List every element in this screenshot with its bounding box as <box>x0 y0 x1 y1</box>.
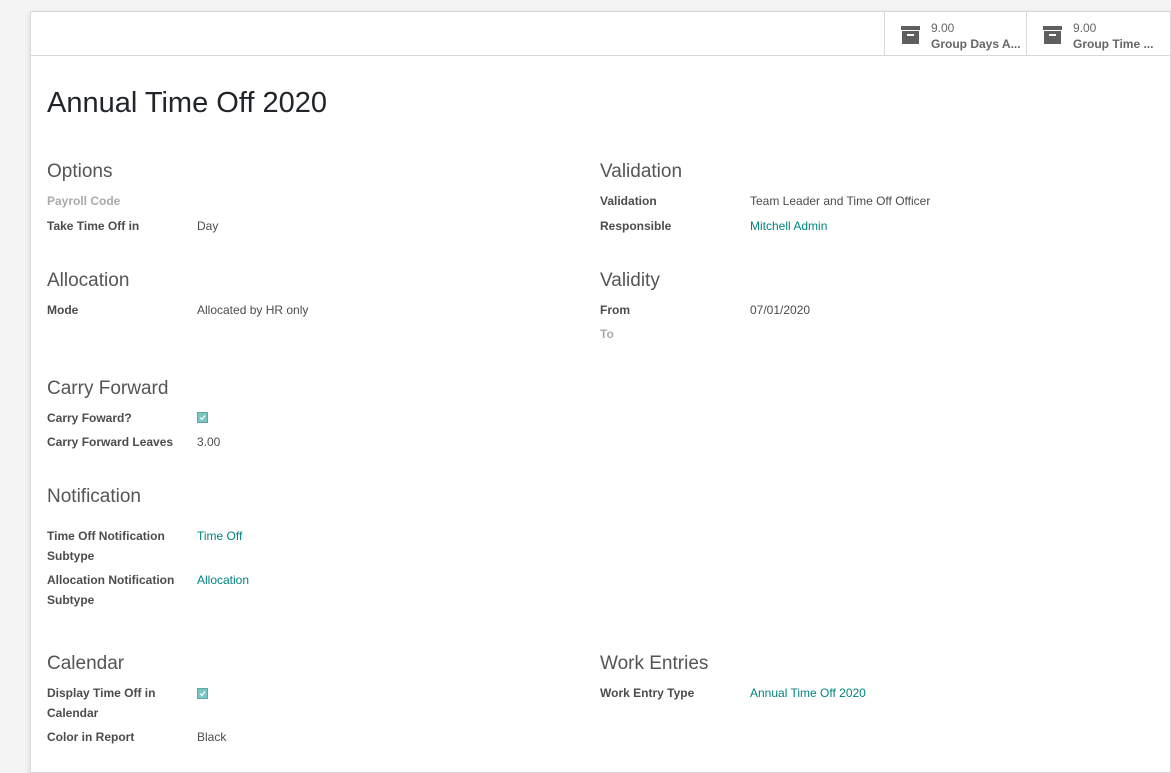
validation-heading: Validation <box>600 161 683 182</box>
label-line: Time Off Notification <box>47 529 165 543</box>
to-label: To <box>600 327 614 341</box>
allocation-heading: Allocation <box>47 270 130 291</box>
archive-box-icon <box>1043 26 1062 44</box>
mode-label: Mode <box>47 303 79 317</box>
label-line: Subtype <box>47 593 95 607</box>
notification-heading: Notification <box>47 486 141 507</box>
from-label: From <box>600 303 630 317</box>
time-off-subtype-link[interactable]: Time Off <box>197 526 242 546</box>
time-off-notification-label: Time Off Notification Subtype <box>47 526 187 566</box>
color-in-report-label: Color in Report <box>47 730 135 744</box>
from-date-value[interactable]: 07/01/2020 <box>750 300 810 320</box>
work-entry-type-link[interactable]: Annual Time Off 2020 <box>750 683 866 703</box>
responsible-label: Responsible <box>600 219 672 233</box>
color-in-report-value[interactable]: Black <box>197 727 226 747</box>
calendar-heading: Calendar <box>47 653 125 674</box>
carry-forward-label: Carry Foward? <box>47 411 132 425</box>
take-time-off-label: Take Time Off in <box>47 219 140 233</box>
options-heading: Options <box>47 161 113 182</box>
label-line: Calendar <box>47 706 99 720</box>
work-entry-type-label: Work Entry Type <box>600 686 695 700</box>
stat-label: Group Days A... <box>931 37 1021 51</box>
take-time-off-value[interactable]: Day <box>197 216 218 236</box>
mode-value[interactable]: Allocated by HR only <box>197 300 308 320</box>
stat-value: 9.00 <box>931 21 955 35</box>
responsible-link[interactable]: Mitchell Admin <box>750 216 827 236</box>
allocation-subtype-link[interactable]: Allocation <box>197 570 249 590</box>
check-icon <box>199 415 206 421</box>
validation-label: Validation <box>600 194 657 208</box>
smart-button-box: 9.00 Group Days A... 9.00 Group Time ... <box>31 12 1170 56</box>
validity-heading: Validity <box>600 270 660 291</box>
display-in-calendar-checkbox[interactable] <box>197 688 208 699</box>
label-line: Allocation Notification <box>47 573 175 587</box>
work-entries-heading: Work Entries <box>600 653 709 674</box>
group-time-off-button[interactable]: 9.00 Group Time ... <box>1026 12 1171 55</box>
stat-value: 9.00 <box>1073 21 1097 35</box>
carry-forward-leaves-label: Carry Forward Leaves <box>47 435 174 449</box>
stat-label: Group Time ... <box>1073 37 1154 51</box>
group-days-allocation-button[interactable]: 9.00 Group Days A... <box>884 12 1026 55</box>
payroll-code-label: Payroll Code <box>47 194 121 208</box>
label-line: Subtype <box>47 549 95 563</box>
carry-forward-heading: Carry Forward <box>47 378 169 399</box>
check-icon <box>199 691 206 697</box>
form-sheet: 9.00 Group Days A... 9.00 Group Time ...… <box>30 11 1171 773</box>
carry-forward-leaves-value[interactable]: 3.00 <box>197 432 220 452</box>
label-line: Display Time Off in <box>47 686 156 700</box>
validation-value[interactable]: Team Leader and Time Off Officer <box>750 191 930 211</box>
archive-box-icon <box>901 26 920 44</box>
allocation-notification-label: Allocation Notification Subtype <box>47 570 187 610</box>
display-in-calendar-label: Display Time Off in Calendar <box>47 683 187 723</box>
carry-forward-checkbox[interactable] <box>197 412 208 423</box>
record-title[interactable]: Annual Time Off 2020 <box>47 85 327 121</box>
